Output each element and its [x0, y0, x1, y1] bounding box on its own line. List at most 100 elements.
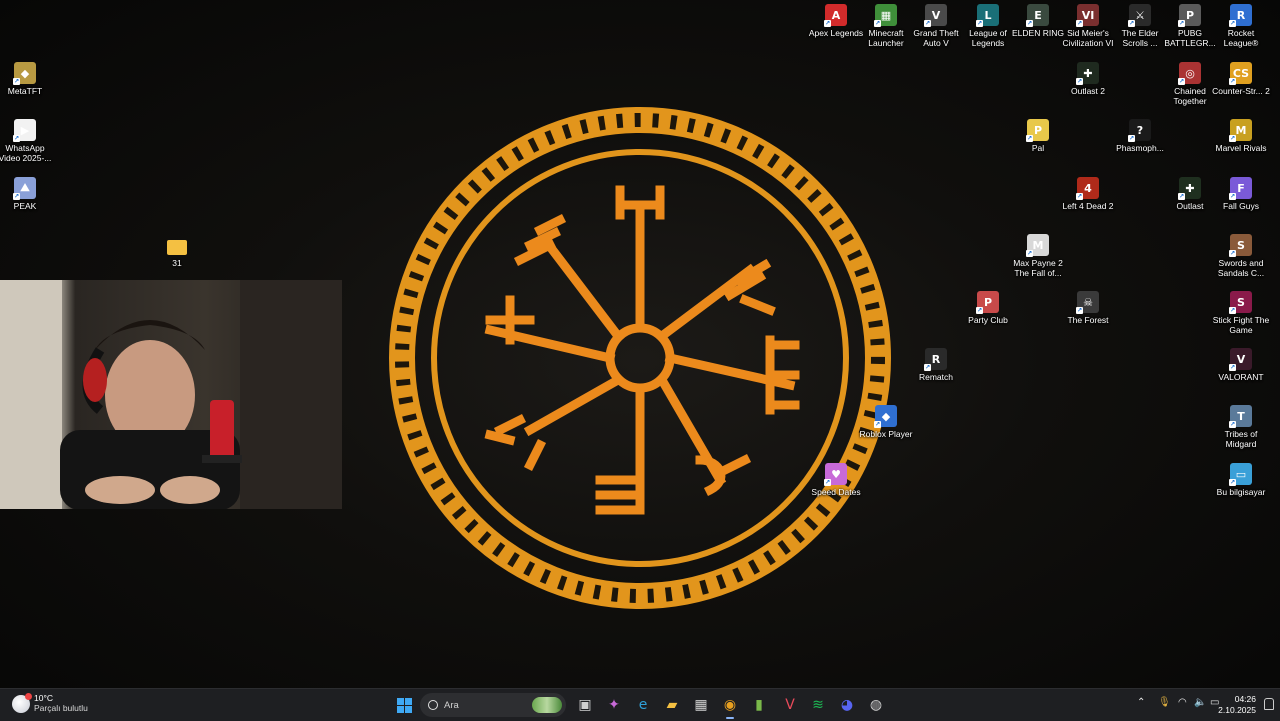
shortcut-arrow-icon: ↗	[874, 20, 881, 27]
desktop-icon-label: Swords and Sandals C...	[1217, 258, 1265, 278]
shortcut-arrow-icon: ↗	[1229, 250, 1236, 257]
shortcut-arrow-icon: ↗	[1178, 20, 1185, 27]
desktop-icon-metatft[interactable]: ◆ ↗ MetaTFT	[0, 62, 55, 96]
desktop-icon-peak[interactable]: ⛰ ↗ PEAK	[0, 177, 55, 211]
wifi-icon[interactable]: ◠	[1178, 697, 1187, 708]
desktop-icon-phasmoph[interactable]: ? ↗ Phasmoph...	[1110, 119, 1170, 153]
app-icon: V ↗	[924, 4, 947, 27]
notification-bell-icon[interactable]	[1264, 698, 1274, 710]
folder-icon	[167, 239, 187, 255]
start-button[interactable]	[392, 693, 416, 717]
app-glyph: VI	[1081, 8, 1095, 22]
app-glyph: ◎	[1185, 66, 1195, 80]
app-icon: R ↗	[1229, 4, 1252, 27]
desktop-icon-fall-guys[interactable]: F ↗ Fall Guys	[1211, 177, 1271, 211]
file-explorer-button[interactable]: ▰	[660, 693, 684, 717]
desktop-icon-bu-bilgisayar[interactable]: ▭ ↗ Bu bilgisayar	[1211, 463, 1271, 497]
app-icon: CS ↗	[1229, 62, 1252, 85]
desktop-icon-stick-fight-the-game[interactable]: S ↗ Stick Fight The Game	[1211, 291, 1271, 335]
desktop-icon-label: Pal	[1031, 143, 1045, 153]
desktop-icon-marvel-rivals[interactable]: M ↗ Marvel Rivals	[1211, 119, 1271, 153]
edge-button[interactable]: e	[631, 693, 655, 717]
shortcut-arrow-icon: ↗	[1229, 78, 1236, 85]
desktop-icon-left-4-dead-2[interactable]: 4 ↗ Left 4 Dead 2	[1058, 177, 1118, 211]
app-icon: 4 ↗	[1076, 177, 1099, 200]
desktop-icon-label: 31	[172, 258, 182, 268]
clock-date: 2.10.2025	[1218, 705, 1256, 715]
app-glyph: ✚	[1083, 66, 1093, 80]
desktop-icon-valorant[interactable]: V ↗ VALORANT	[1211, 348, 1271, 382]
app-icon: L ↗	[976, 4, 999, 27]
minecraft-button[interactable]: ▮	[747, 693, 771, 717]
desktop-icon-tribes-of-midgard[interactable]: T ↗ Tribes of Midgard	[1211, 405, 1271, 449]
app-icon: ⚔ ↗	[1128, 4, 1151, 27]
app-glyph: ▶	[20, 123, 30, 137]
desktop-icon-label: Left 4 Dead 2	[1062, 201, 1114, 211]
desktop-icon-31[interactable]: 31	[147, 234, 207, 268]
app-glyph: P	[1033, 123, 1043, 137]
desktop-icon-the-forest[interactable]: ☠ ↗ The Forest	[1058, 291, 1118, 325]
desktop-icon-label: Stick Fight The Game	[1212, 315, 1270, 335]
system-clock[interactable]: 04:26 2.10.2025	[1218, 694, 1256, 716]
weather-widget[interactable]: 10°C Parçalı bulutlu	[12, 692, 88, 714]
app-icon: ◆ ↗	[874, 405, 897, 428]
app-glyph: F	[1237, 181, 1245, 195]
taskbar: 10°C Parçalı bulutlu Ara ▣ ✦ e ▰ ▦ ◉ ▮ V ≋ ◕ ◍ ⌃ 🎙…	[0, 688, 1280, 721]
app-glyph: P	[983, 295, 993, 309]
weather-temp: 10°C	[34, 693, 53, 703]
search-icon	[428, 700, 438, 710]
shortcut-arrow-icon: ↗	[1178, 78, 1185, 85]
app-glyph: A	[831, 8, 841, 22]
weather-cloud-icon	[12, 692, 32, 713]
discord-icon: ◕	[840, 697, 854, 713]
desktop-icon-rematch[interactable]: R ↗ Rematch	[906, 348, 966, 382]
shortcut-arrow-icon: ↗	[1229, 135, 1236, 142]
taskbar-search[interactable]: Ara	[420, 693, 566, 717]
app-glyph: ▭	[1235, 467, 1247, 481]
obs-button[interactable]: ◍	[864, 693, 888, 717]
discord-button[interactable]: ◕	[835, 693, 859, 717]
obs-icon: ◍	[869, 697, 883, 713]
app-glyph: S	[1237, 238, 1245, 252]
desktop-icon-party-club[interactable]: P ↗ Party Club	[958, 291, 1018, 325]
show-hidden-icons-chevron[interactable]: ⌃	[1137, 697, 1145, 708]
shortcut-arrow-icon: ↗	[1076, 307, 1083, 314]
shortcut-arrow-icon: ↗	[1229, 364, 1236, 371]
volume-icon[interactable]: 🔈	[1194, 697, 1206, 708]
app-icon: M ↗	[1229, 119, 1252, 142]
desktop-icon-label: Rocket League®	[1223, 28, 1259, 48]
shortcut-arrow-icon: ↗	[874, 421, 881, 428]
microphone-icon[interactable]: 🎙	[1158, 697, 1171, 708]
desktop-icon-pal[interactable]: P ↗ Pal	[1008, 119, 1068, 153]
app-icon: T ↗	[1229, 405, 1252, 428]
desktop-icon-speed-dates[interactable]: ♥ ↗ Speed Dates	[806, 463, 866, 497]
app-glyph: ▦	[880, 8, 892, 22]
desktop-icon-whatsapp-video-2025[interactable]: ▶ ↗ WhatsApp Video 2025-...	[0, 119, 55, 163]
app-glyph: T	[1237, 409, 1245, 423]
spotify-button[interactable]: ≋	[806, 693, 830, 717]
app-glyph: ✚	[1185, 181, 1195, 195]
app-glyph: R	[931, 352, 941, 366]
desktop-icon-rocket-league[interactable]: R ↗ Rocket League®	[1211, 4, 1271, 48]
chrome-button[interactable]: ◉	[718, 693, 742, 719]
desktop-icon-roblox-player[interactable]: ◆ ↗ Roblox Player	[856, 405, 916, 439]
app-glyph: R	[1236, 8, 1246, 22]
desktop-icon-label: The Forest	[1067, 315, 1109, 325]
valorant-button[interactable]: V	[778, 693, 802, 717]
task-view-button[interactable]: ▣	[573, 693, 597, 717]
app-icon: ▦ ↗	[874, 4, 897, 27]
desktop-icon-swords-and-sandals-c[interactable]: S ↗ Swords and Sandals C...	[1211, 234, 1271, 278]
app-glyph: V	[1236, 352, 1246, 366]
shortcut-arrow-icon: ↗	[1076, 78, 1083, 85]
desktop-icon-max-payne-2-the-fall-of[interactable]: M ↗ Max Payne 2 The Fall of...	[1008, 234, 1068, 278]
store-button[interactable]: ▦	[689, 693, 713, 717]
app-glyph: ☠	[1083, 295, 1093, 309]
app-icon: ☠ ↗	[1076, 291, 1099, 314]
desktop-icon-label: PEAK	[13, 201, 37, 211]
desktop-icon-label: Marvel Rivals	[1215, 143, 1267, 153]
desktop-icon-counter-str-2[interactable]: CS ↗ Counter-Str... 2	[1211, 62, 1271, 96]
copilot-button[interactable]: ✦	[602, 693, 626, 717]
shortcut-arrow-icon: ↗	[824, 479, 831, 486]
app-glyph: M	[1235, 123, 1247, 137]
desktop-icon-outlast-2[interactable]: ✚ ↗ Outlast 2	[1058, 62, 1118, 96]
